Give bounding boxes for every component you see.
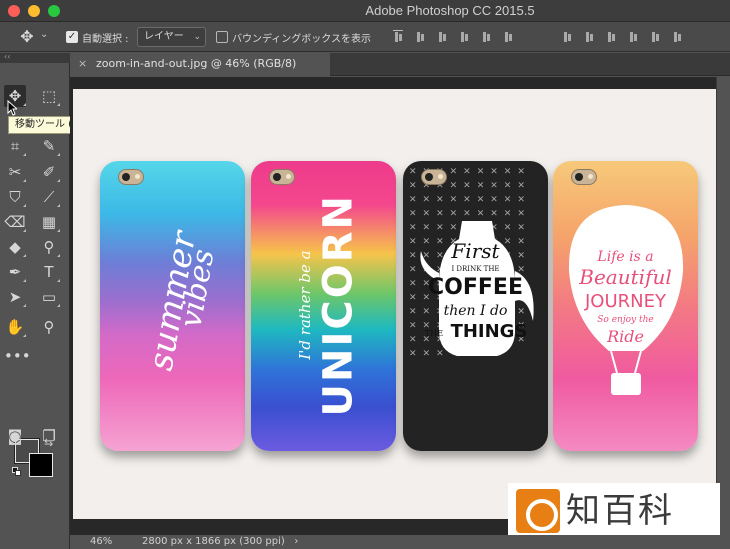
vertical-scrollbar[interactable] (716, 77, 730, 535)
phone-case-coffee: ✕✕✕✕✕✕✕✕✕✕✕✕✕✕✕✕✕✕✕✕✕✕✕✕✕✕✕✕✕✕✕✕✕✕✕✕✕✕✕✕… (403, 161, 548, 451)
distribute-vertical-centers-icon[interactable] (584, 30, 594, 44)
watermark-text: 知百科 (566, 491, 674, 531)
app-title: Adobe Photoshop CC 2015.5 (365, 3, 535, 18)
document-tab-bar: × zoom-in-and-out.jpg @ 46% (RGB/8) (70, 53, 730, 76)
rectangle-tool-icon[interactable]: ▭ (38, 286, 60, 308)
phone-case-journey: Life is a Beautiful JOURNEY So enjoy the… (553, 161, 698, 451)
blur-tool-icon[interactable]: ◆ (4, 236, 26, 258)
status-menu-arrow-icon[interactable]: › (294, 536, 298, 547)
align-bottom-edges-icon[interactable] (437, 30, 447, 44)
phone-case-text: First I DRINK THE COFFEE then I do THE T… (403, 161, 548, 451)
status-zoom[interactable]: 46% (90, 535, 112, 549)
screen-mode-icon[interactable]: ❐ (38, 425, 60, 447)
phone-line: First (451, 239, 500, 263)
crop-tool-icon[interactable]: ⌗ (4, 135, 26, 157)
phone-line: then I do (443, 303, 508, 319)
type-tool-icon[interactable]: T (38, 261, 60, 283)
phone-case-text: summer vibes (100, 161, 245, 451)
default-colors-icon[interactable] (12, 467, 22, 477)
background-color-swatch[interactable] (29, 453, 53, 477)
status-bar: 46% 2800 px x 1866 px (300 ppi) › (70, 535, 730, 549)
hand-tool-icon[interactable]: ✋ (4, 316, 26, 338)
photoshop-window: Adobe Photoshop CC 2015.5 ✥ ⌄ ✓ 自動選択 : レ… (0, 0, 730, 549)
healing-brush-tool-icon[interactable]: ✂ (4, 161, 26, 183)
quick-mask-icon[interactable]: ◙ (4, 425, 26, 447)
eyedropper-tool-icon[interactable]: ✎ (38, 135, 60, 157)
align-top-edges-icon[interactable] (393, 30, 403, 44)
mouse-cursor-icon (7, 100, 17, 116)
phone-case-text: Life is a Beautiful JOURNEY So enjoy the… (553, 161, 698, 451)
bounding-box-label: バウンディングボックスを表示 (232, 34, 371, 45)
document-tab[interactable]: × zoom-in-and-out.jpg @ 46% (RGB/8) (70, 53, 330, 76)
phone-case-unicorn: I'd rather be a UNICORN (251, 161, 396, 451)
chevron-down-icon[interactable]: ⌄ (40, 29, 48, 40)
eraser-tool-icon[interactable]: ⌫ (4, 211, 26, 233)
watermark-logo-icon (516, 489, 560, 533)
clone-stamp-tool-icon[interactable]: ⛉ (4, 186, 26, 208)
document-tab-title: zoom-in-and-out.jpg @ 46% (RGB/8) (96, 57, 297, 70)
tools-panel-collapse[interactable]: ‹‹ (0, 53, 70, 63)
phone-line: JOURNEY (585, 291, 666, 312)
bounding-box-checkbox[interactable] (216, 31, 228, 43)
phone-case-text: I'd rather be a UNICORN (251, 161, 396, 451)
phone-line: I DRINK THE (451, 265, 500, 273)
close-tab-icon[interactable]: × (78, 53, 87, 75)
auto-select-target-value: レイヤー (144, 31, 184, 42)
tools-panel: ✥ ⬚ ⌗ ✎ ✂ ✐ ⛉ ⟋ ⌫ ▦ ◆ ⚲ ✒ T ➤ ▭ ✋ ⚲ ••• … (0, 63, 70, 549)
document-canvas[interactable]: summer vibes I'd rather be a UNICORN ✕✕✕… (73, 89, 716, 519)
auto-select-checkbox[interactable]: ✓ (66, 31, 78, 43)
phone-line: THINGS (450, 321, 528, 342)
phone-line: So enjoy the (597, 315, 654, 325)
history-brush-tool-icon[interactable]: ⟋ (38, 186, 60, 208)
auto-select-target-dropdown[interactable]: レイヤー ⌄ (137, 27, 206, 47)
distribute-top-edges-icon[interactable] (562, 30, 572, 44)
more-tools-icon[interactable]: ••• (4, 345, 31, 367)
zoom-tool-icon[interactable]: ⚲ (38, 316, 60, 338)
distribute-buttons-group (562, 30, 694, 44)
dodge-tool-icon[interactable]: ⚲ (38, 236, 60, 258)
distribute-bottom-edges-icon[interactable] (606, 30, 616, 44)
distribute-left-edges-icon[interactable] (628, 30, 638, 44)
path-selection-tool-icon[interactable]: ➤ (4, 286, 26, 308)
distribute-horizontal-centers-icon[interactable] (650, 30, 660, 44)
phone-line: Beautiful (579, 265, 672, 289)
phone-line: I'd rather be a (296, 250, 314, 360)
brush-tool-icon[interactable]: ✐ (38, 161, 60, 183)
move-tool-preset-icon[interactable]: ✥ (18, 28, 36, 46)
phone-line: Life is a (597, 249, 654, 265)
phone-line: UNICORN (315, 194, 362, 417)
align-left-edges-icon[interactable] (459, 30, 469, 44)
pen-tool-icon[interactable]: ✒ (4, 261, 26, 283)
align-buttons-group (393, 30, 525, 44)
options-bar: ✥ ⌄ ✓ 自動選択 : レイヤー ⌄ バウンディングボックスを表示 (0, 22, 730, 52)
status-doc-info[interactable]: 2800 px x 1866 px (300 ppi) › (142, 535, 298, 549)
auto-select-label: 自動選択 : (82, 34, 129, 45)
align-horizontal-centers-icon[interactable] (481, 30, 491, 44)
title-bar: Adobe Photoshop CC 2015.5 (0, 0, 730, 22)
watermark: 知百科 (508, 483, 720, 539)
phone-line: Ride (607, 327, 644, 346)
phone-line: COFFEE (428, 275, 523, 300)
chevron-down-icon: ⌄ (193, 32, 201, 42)
marquee-tool-icon[interactable]: ⬚ (38, 85, 60, 107)
align-vertical-centers-icon[interactable] (415, 30, 425, 44)
align-right-edges-icon[interactable] (503, 30, 513, 44)
gradient-tool-icon[interactable]: ▦ (38, 211, 60, 233)
phone-case-summer: summer vibes (100, 161, 245, 451)
status-doc-info-text: 2800 px x 1866 px (300 ppi) (142, 536, 285, 547)
distribute-right-edges-icon[interactable] (672, 30, 682, 44)
